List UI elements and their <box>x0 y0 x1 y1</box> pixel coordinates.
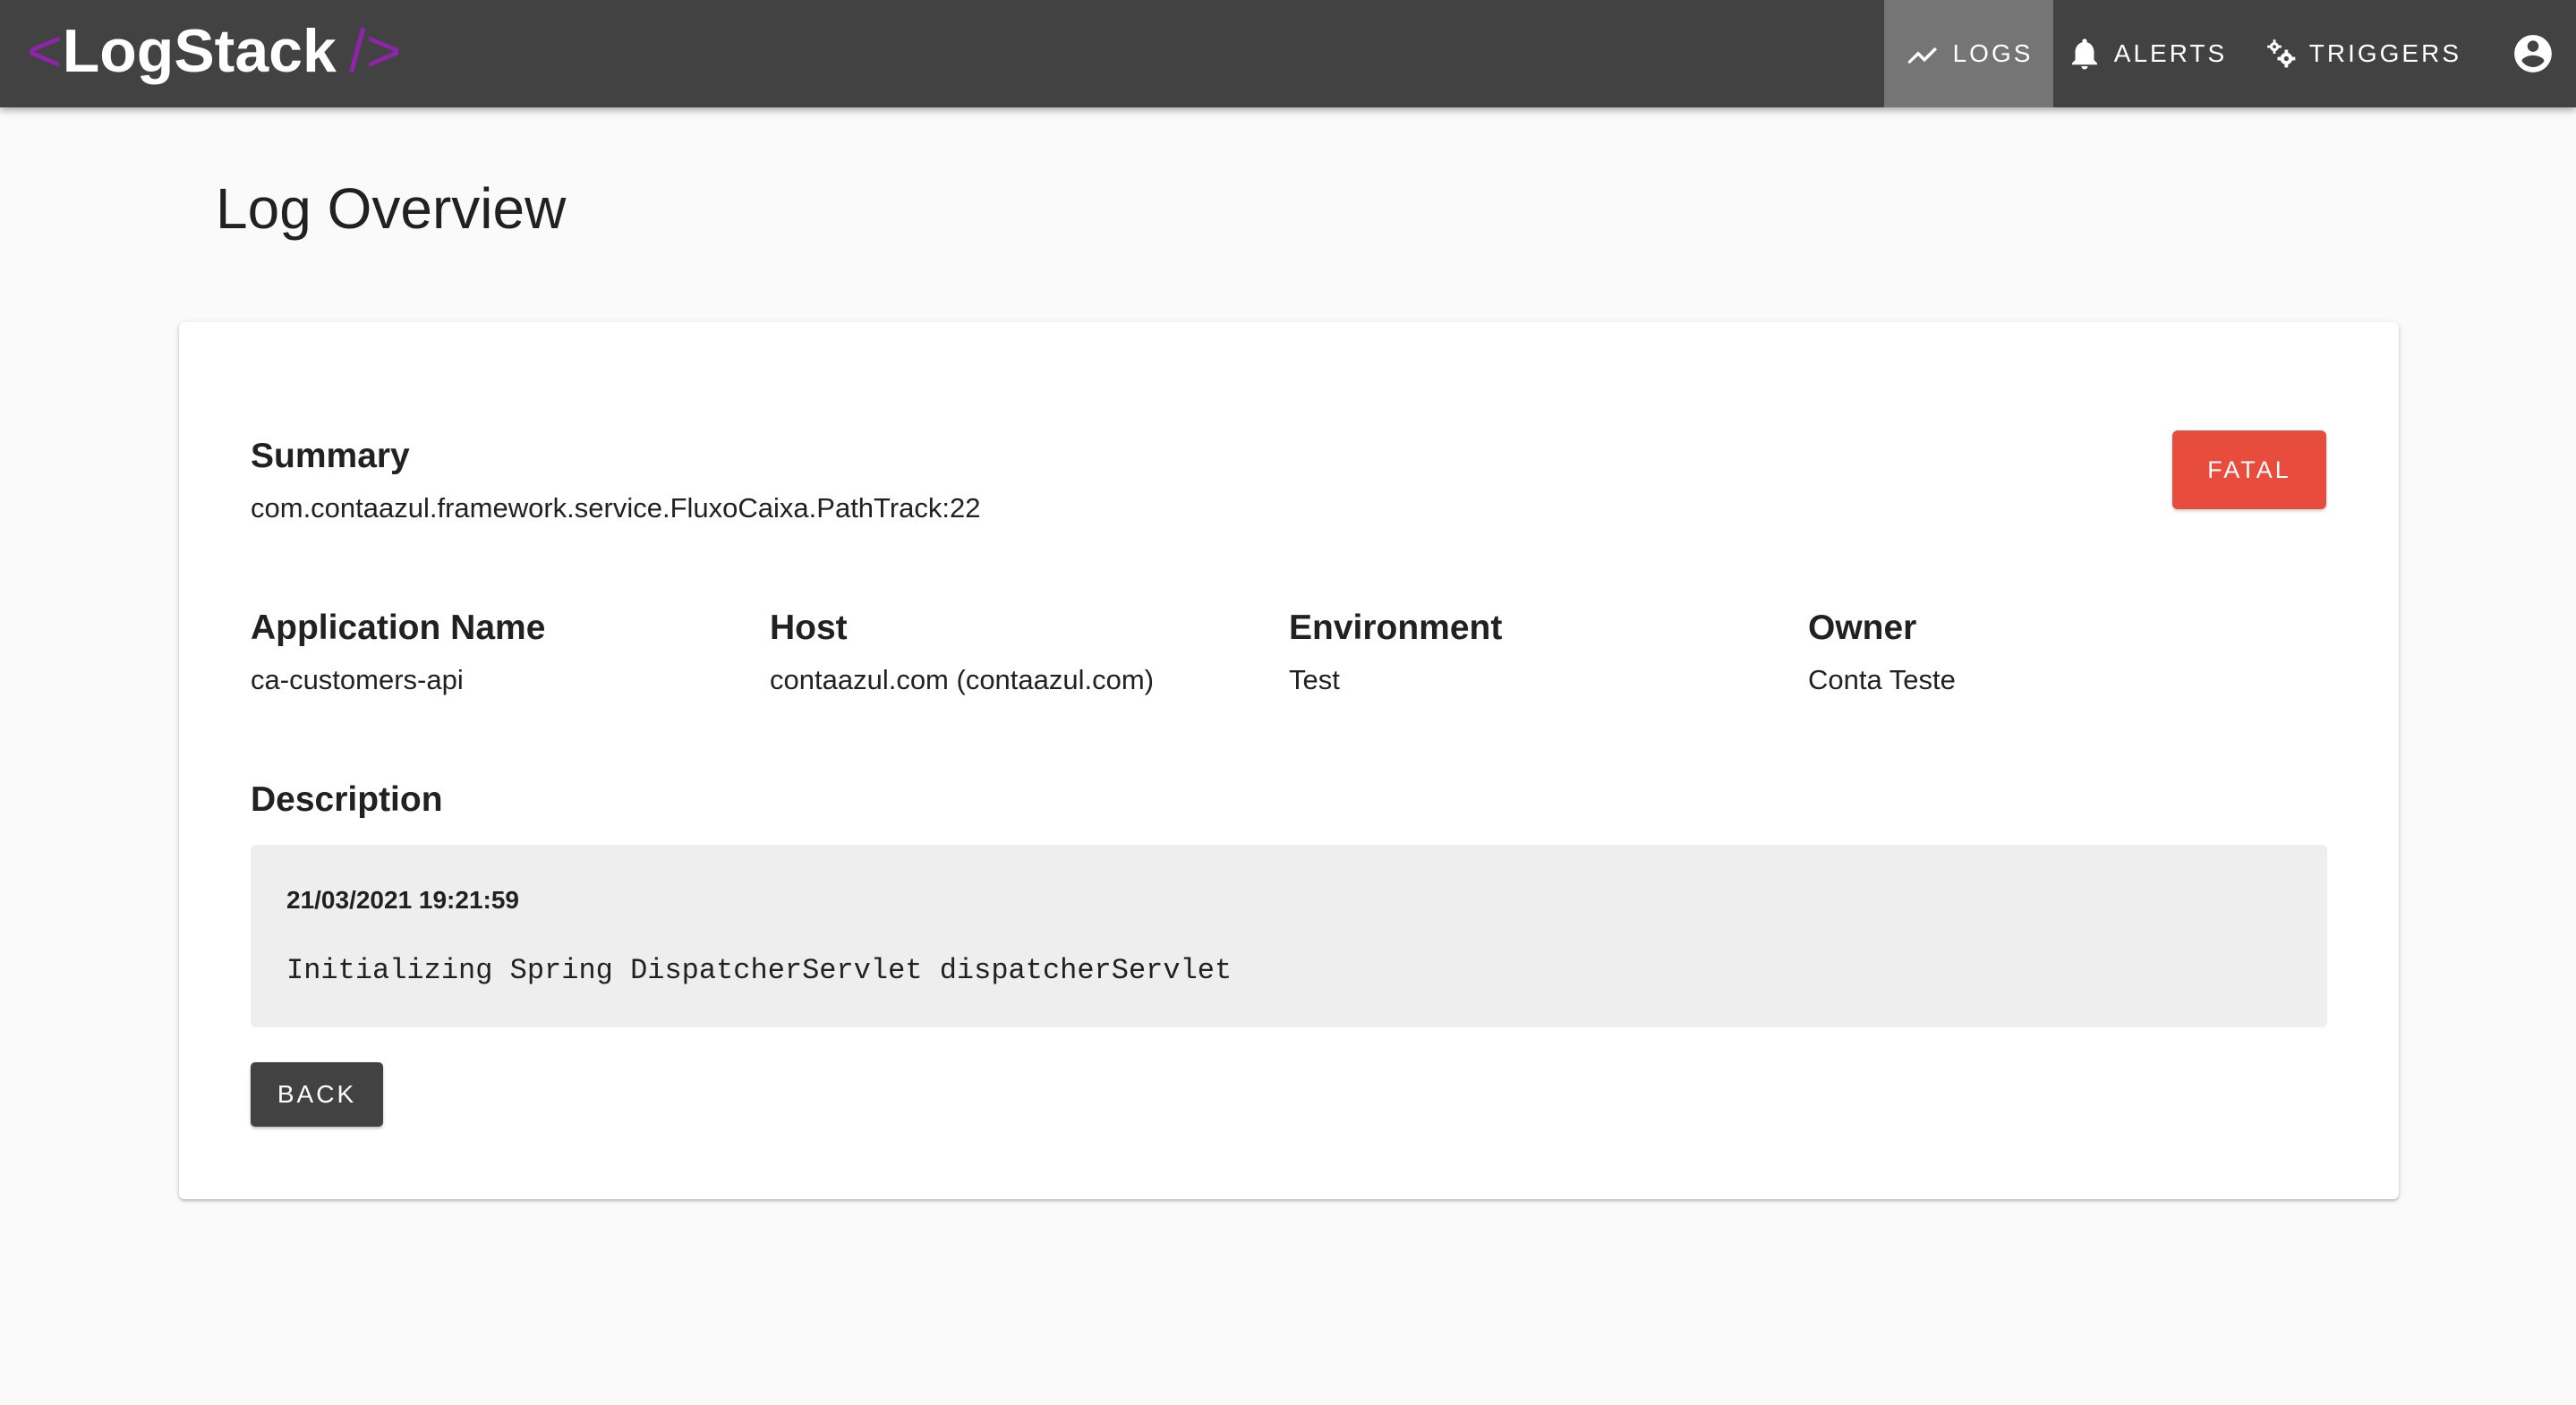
trending-up-icon <box>1907 47 1937 64</box>
page-title: Log Overview <box>216 176 567 241</box>
application-name-value: ca-customers-api <box>251 664 464 695</box>
nav-alerts[interactable]: ALERTS <box>2053 0 2239 107</box>
owner-value: Conta Teste <box>1808 664 1956 695</box>
nav-logs[interactable]: LOGS <box>1884 0 2053 107</box>
gears-icon <box>2267 39 2296 68</box>
logo[interactable]: <LogStack/> <box>27 0 401 107</box>
description-message: Initializing Spring DispatcherServlet di… <box>286 954 1233 987</box>
nav-triggers[interactable]: TRIGGERS <box>2265 0 2461 107</box>
log-detail-card: Summary com.contaazul.framework.service.… <box>179 322 2399 1199</box>
description-label: Description <box>251 780 443 819</box>
logo-close-bracket: /> <box>348 17 402 85</box>
logo-open-bracket: < <box>27 17 63 85</box>
bell-icon <box>2071 38 2097 70</box>
nav-alerts-label: ALERTS <box>2113 39 2228 67</box>
description-timestamp: 21/03/2021 19:21:59 <box>286 886 519 914</box>
environment-value: Test <box>1289 664 1340 695</box>
host-label: Host <box>770 609 848 647</box>
app-bar: <LogStack/> LOGS ALERTS TRIGGERS <box>0 0 2576 107</box>
account-circle-icon <box>2514 35 2552 72</box>
logo-name: LogStack <box>62 17 337 85</box>
account-button[interactable] <box>2503 23 2563 84</box>
host-value: contaazul.com (contaazul.com) <box>770 664 1155 695</box>
back-button[interactable]: BACK <box>251 1062 383 1127</box>
nav-logs-label: LOGS <box>1952 39 2034 67</box>
summary-label: Summary <box>251 437 410 475</box>
level-badge: FATAL <box>2172 430 2326 509</box>
owner-label: Owner <box>1808 609 1917 647</box>
application-name-label: Application Name <box>251 609 546 647</box>
description-box: 21/03/2021 19:21:59 Initializing Spring … <box>251 845 2327 1027</box>
environment-label: Environment <box>1289 609 1503 647</box>
summary-value: com.contaazul.framework.service.FluxoCai… <box>251 492 981 524</box>
nav-triggers-label: TRIGGERS <box>2308 39 2461 67</box>
